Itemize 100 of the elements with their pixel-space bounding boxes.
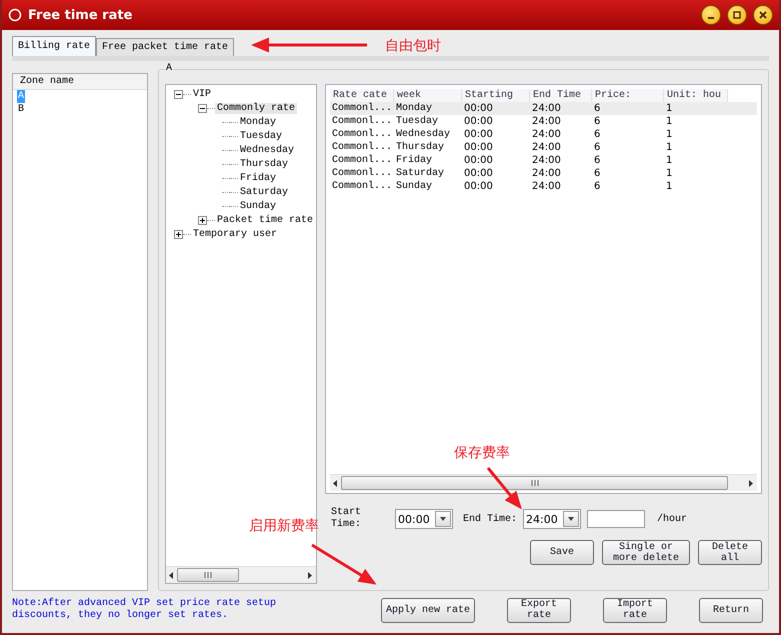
tree-item[interactable]: Monday: [238, 116, 278, 128]
table-cell-text: Commonl...: [331, 115, 394, 128]
table-cell-text: 1: [665, 115, 674, 128]
table-cell-text: Thursday: [395, 141, 446, 154]
tree-item[interactable]: Saturday: [238, 186, 290, 198]
scroll-right-icon[interactable]: [749, 480, 754, 486]
table-cell-text: 24:00: [531, 180, 562, 193]
table-cell-text: 1: [665, 180, 674, 193]
table-cell-text: 00:00: [463, 115, 494, 128]
table-cell-text: 6: [593, 115, 602, 128]
column-header[interactable]: Starting: [462, 89, 530, 102]
table-cell-text: 6: [593, 154, 602, 167]
tree-item[interactable]: VIP: [191, 88, 214, 100]
table-cell-text: 24:00: [531, 128, 562, 141]
table-cell-text: 00:00: [463, 167, 494, 180]
table-cell-text: 1: [665, 102, 674, 115]
window-title: Free time rate: [28, 8, 134, 22]
table-cell-text: Monday: [395, 102, 434, 115]
table-cell-text: 00:00: [463, 141, 494, 154]
scroll-left-icon[interactable]: [333, 480, 338, 486]
action-button[interactable]: Apply new rate: [381, 598, 475, 622]
table-cell-text: 6: [593, 167, 602, 180]
zone-item[interactable]: B: [17, 103, 26, 116]
table-cell-text: 1: [665, 167, 674, 180]
note-text: Note:After advanced VIP set price rate setup discounts, they no longer set rates.: [12, 598, 278, 622]
annotation-arrow: [486, 467, 522, 510]
close-icon: [759, 11, 767, 19]
dropdown-icon: [563, 511, 580, 527]
maximize-icon: [733, 11, 741, 19]
collapse-icon[interactable]: [198, 104, 207, 112]
tree-item[interactable]: Tuesday: [238, 130, 284, 142]
table-row[interactable]: Commonl... Thursday 00:00 24:00 6 1: [330, 141, 757, 154]
tree-item[interactable]: Friday: [238, 172, 278, 184]
action-button[interactable]: Save: [530, 540, 594, 565]
end-time-label: End Time:: [463, 514, 518, 524]
action-button[interactable]: Export rate: [507, 598, 571, 622]
horizontal-scrollbar[interactable]: [330, 474, 757, 491]
app-icon: [8, 8, 22, 22]
table-cell-text: 00:00: [463, 154, 494, 167]
table-cell-text: 1: [665, 141, 674, 154]
table-cell-text: Commonl...: [331, 180, 394, 193]
column-header[interactable]: Rate cate: [330, 89, 394, 102]
tab[interactable]: Billing rate: [12, 36, 96, 56]
table-cell-text: Commonl...: [331, 167, 394, 180]
table-cell-text: Commonl...: [331, 154, 394, 167]
table-row[interactable]: Commonl... Saturday 00:00 24:00 6 1: [330, 167, 757, 180]
annotation-arrow: [311, 544, 377, 585]
column-header[interactable]: Unit: hou: [664, 89, 728, 102]
table-cell-text: 00:00: [463, 180, 494, 193]
column-header[interactable]: Price:: [592, 89, 664, 102]
tree-item[interactable]: Thursday: [238, 158, 290, 170]
table-cell-text: 00:00: [463, 102, 494, 115]
scroll-left-icon[interactable]: [169, 572, 174, 578]
tree-item[interactable]: Packet time rate: [215, 214, 316, 226]
collapse-icon[interactable]: [174, 90, 183, 98]
table-row[interactable]: Commonl... Friday 00:00 24:00 6 1: [330, 154, 757, 167]
annotation-label: 保存费率: [454, 444, 510, 462]
table-row[interactable]: Commonl... Wednesday 00:00 24:00 6 1: [330, 128, 757, 141]
table-row[interactable]: Commonl... Sunday 00:00 24:00 6 1: [330, 180, 757, 193]
table-cell-text: Commonl...: [331, 128, 394, 141]
end-time-dropdown[interactable]: 24:00: [523, 509, 582, 529]
table-cell-text: Friday: [395, 154, 434, 167]
table-row[interactable]: Commonl... Tuesday 00:00 24:00 6 1: [330, 115, 757, 128]
table-cell-text: Wednesday: [395, 128, 452, 141]
expand-icon[interactable]: [174, 230, 183, 238]
close-button[interactable]: [753, 5, 773, 25]
price-input[interactable]: [587, 510, 646, 528]
table-cell-text: Saturday: [395, 167, 446, 180]
maximize-button[interactable]: [727, 5, 747, 25]
table-cell-text: 1: [665, 154, 674, 167]
minimize-button[interactable]: [701, 5, 721, 25]
tree-item[interactable]: Sunday: [238, 200, 278, 212]
action-button[interactable]: Import rate: [603, 598, 667, 622]
table-cell-text: 24:00: [531, 141, 562, 154]
expand-icon[interactable]: [198, 216, 207, 224]
table-cell-text: 6: [593, 102, 602, 115]
table-row[interactable]: Commonl... Monday 00:00 24:00 6 1: [330, 102, 757, 115]
table-cell-text: 24:00: [531, 167, 562, 180]
table-cell-text: Sunday: [395, 180, 434, 193]
horizontal-scrollbar[interactable]: [166, 566, 316, 583]
table-cell-text: Tuesday: [395, 115, 440, 128]
table-cell-text: 24:00: [531, 154, 562, 167]
tree-item[interactable]: Temporary user: [191, 228, 280, 240]
grip-icon: [204, 572, 212, 578]
table-cell-text: 6: [593, 180, 602, 193]
start-time-dropdown[interactable]: 00:00: [395, 509, 453, 529]
column-header: Zone name: [13, 74, 147, 90]
tree-item[interactable]: Wednesday: [238, 144, 296, 156]
column-header[interactable]: End Time: [530, 89, 592, 102]
action-button[interactable]: Single or more delete: [602, 540, 690, 565]
tab[interactable]: Free packet time rate: [96, 38, 234, 56]
table-cell-text: Commonl...: [331, 141, 394, 154]
table-cell-text: 6: [593, 128, 602, 141]
action-button[interactable]: Delete all: [698, 540, 762, 565]
scroll-right-icon[interactable]: [308, 572, 313, 578]
tree-item[interactable]: Commonly rate: [215, 102, 298, 114]
table-cell-text: 00:00: [463, 128, 494, 141]
action-button[interactable]: Return: [699, 598, 763, 622]
column-header[interactable]: week: [394, 89, 462, 102]
unit-label: /hour: [657, 514, 688, 524]
